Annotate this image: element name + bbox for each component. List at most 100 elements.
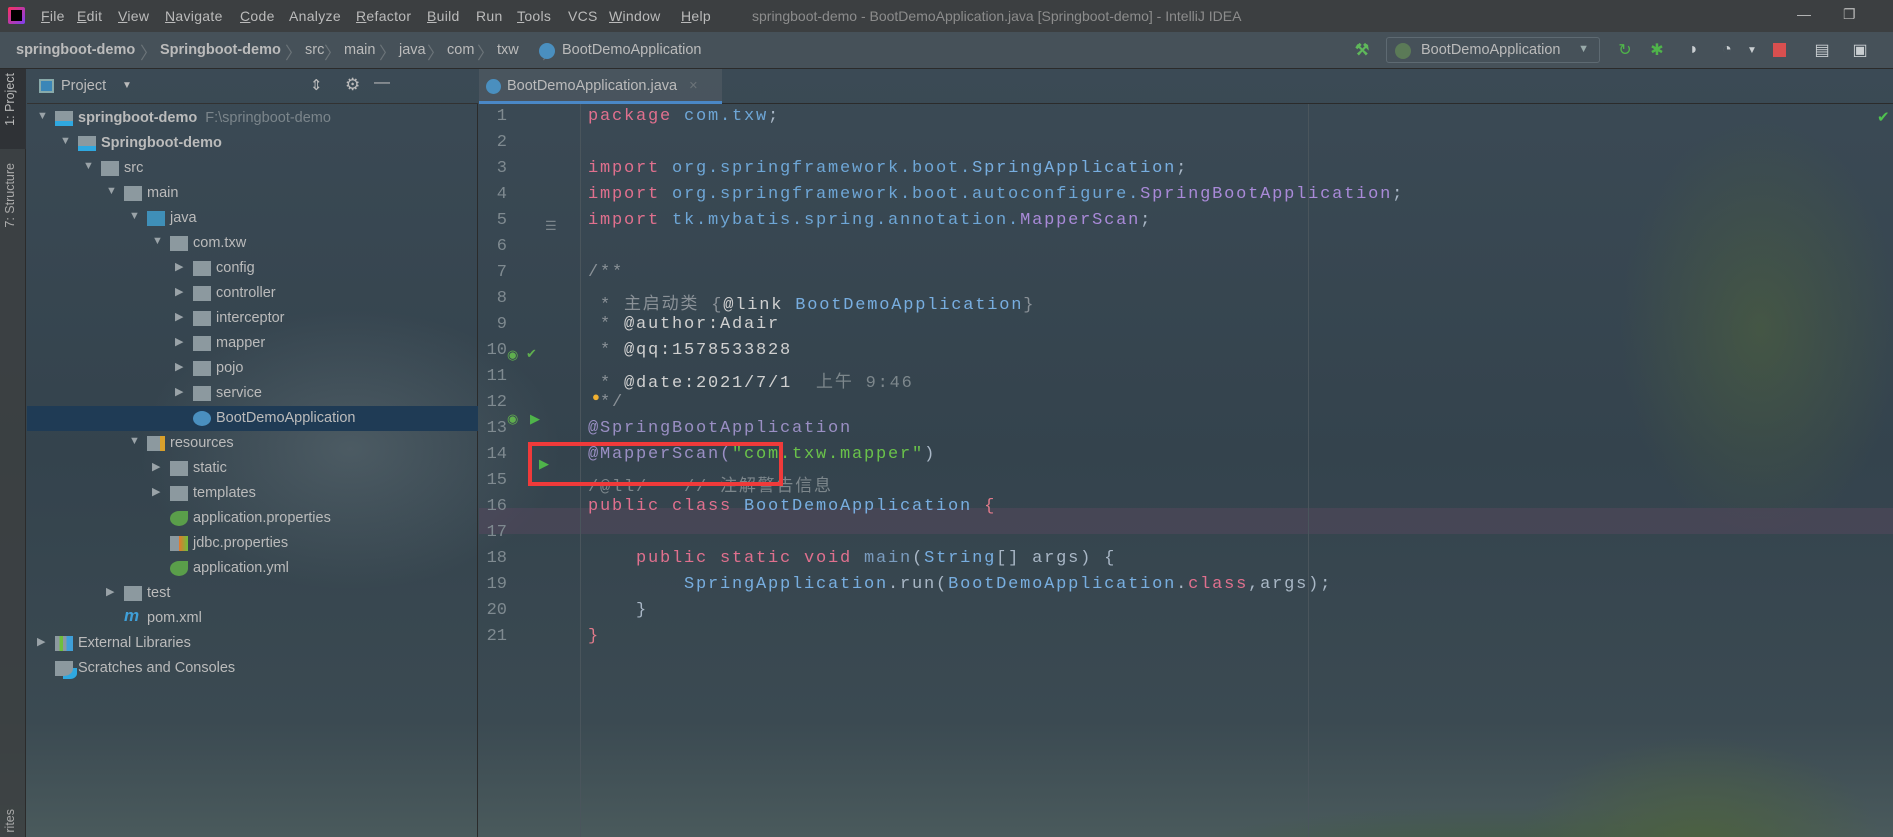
collapsed-arrow-icon[interactable]: ▶ (175, 385, 183, 398)
breadcrumb-item[interactable]: main (344, 42, 375, 58)
breadcrumb-item[interactable]: src (305, 42, 324, 58)
tree-item-scratches-and-consoles[interactable]: Scratches and Consoles (27, 656, 478, 681)
find-usages-spring-icon[interactable]: ◉ (507, 347, 518, 363)
structure-tool-tab[interactable]: 7: Structure (3, 163, 17, 228)
menu-build[interactable]: Build (427, 8, 460, 24)
chevron-down-icon[interactable]: ▼ (122, 80, 132, 91)
tree-item-springboot-demo[interactable]: ▼ springboot-demo F:\springboot-demo (27, 106, 478, 131)
expanded-arrow-icon[interactable]: ▼ (129, 210, 140, 222)
spring-bean-icon[interactable]: ✔ (526, 346, 537, 362)
package-icon (193, 386, 211, 401)
tree-item-com-txw[interactable]: ▼ com.txw (27, 231, 478, 256)
tree-item-text: templates (193, 485, 256, 501)
code-token: @date:2021/7/1 (624, 374, 793, 393)
collapsed-arrow-icon[interactable]: ▶ (175, 335, 183, 348)
tree-item-templates[interactable]: ▶ templates (27, 481, 478, 506)
run-configuration-select[interactable]: BootDemoApplication ▼ (1386, 37, 1600, 63)
tree-item-external-libraries[interactable]: ▶ External Libraries (27, 631, 478, 656)
menu-vcs[interactable]: VCS (568, 8, 598, 24)
expanded-arrow-icon[interactable]: ▼ (83, 160, 94, 172)
collapsed-arrow-icon[interactable]: ▶ (152, 485, 160, 498)
tree-item-jdbc-properties[interactable]: jdbc.properties (27, 531, 478, 556)
line-number: 11 (486, 367, 507, 386)
collapse-all-icon[interactable]: ⇕ (310, 76, 323, 94)
tree-item-resources[interactable]: ▼ resources (27, 431, 478, 456)
menu-code[interactable]: Code (240, 8, 275, 24)
build-hammer-icon[interactable]: ⚒ (1350, 38, 1374, 62)
menu-help[interactable]: Help (681, 8, 711, 24)
javadoc-render-icon[interactable]: ☰ (545, 218, 557, 234)
menu-run[interactable]: Run (476, 8, 503, 24)
expanded-arrow-icon[interactable]: ▼ (129, 435, 140, 447)
tree-item-interceptor[interactable]: ▶ interceptor (27, 306, 478, 331)
menu-view[interactable]: View (118, 8, 149, 24)
tree-item-springboot-demo[interactable]: ▼ Springboot-demo (27, 131, 478, 156)
coverage-icon[interactable]: ◗ (1682, 38, 1706, 62)
expanded-arrow-icon[interactable]: ▼ (152, 235, 163, 247)
tree-item-text: config (216, 260, 255, 276)
menu-window[interactable]: Window (609, 8, 661, 24)
tree-item-mapper[interactable]: ▶ mapper (27, 331, 478, 356)
tree-item-application-properties[interactable]: application.properties (27, 506, 478, 531)
tree-item-controller[interactable]: ▶ controller (27, 281, 478, 306)
lightbulb-icon[interactable]: ● (592, 389, 600, 404)
rerun-icon[interactable]: ↻ (1613, 38, 1637, 62)
expanded-arrow-icon[interactable]: ▼ (60, 135, 71, 147)
tree-item-main[interactable]: ▼ main (27, 181, 478, 206)
minimize-button[interactable]: — (1797, 6, 1811, 22)
collapsed-arrow-icon[interactable]: ▶ (175, 360, 183, 373)
breadcrumb-item[interactable]: com (447, 42, 474, 58)
breadcrumb-item[interactable]: java (399, 42, 426, 58)
project-tool-tab[interactable]: 1: Project (3, 73, 17, 126)
menu-edit[interactable]: Edit (77, 8, 102, 24)
menu-refactor[interactable]: Refactor (356, 8, 411, 24)
tree-item-bootdemoapplication[interactable]: BootDemoApplication (27, 406, 478, 431)
menu-navigate[interactable]: Navigate (165, 8, 223, 24)
tree-item-label: java (170, 210, 197, 226)
tree-item-static[interactable]: ▶ static (27, 456, 478, 481)
tree-item-service[interactable]: ▶ service (27, 381, 478, 406)
restore-button[interactable]: ❐ (1843, 6, 1856, 23)
collapsed-arrow-icon[interactable]: ▶ (175, 260, 183, 273)
expanded-arrow-icon[interactable]: ▼ (37, 110, 48, 122)
breadcrumb-item[interactable]: Springboot-demo (160, 42, 281, 58)
expanded-arrow-icon[interactable]: ▼ (106, 185, 117, 197)
tree-item-pojo[interactable]: ▶ pojo (27, 356, 478, 381)
code-token: org.springframework.boot. (672, 159, 973, 178)
favorites-tool-tab[interactable]: rites (3, 809, 17, 833)
tree-item-config[interactable]: ▶ config (27, 256, 478, 281)
menu-file[interactable]: File (41, 8, 65, 24)
close-icon[interactable]: × (689, 78, 697, 94)
hide-panel-icon[interactable]: — (374, 74, 390, 92)
collapsed-arrow-icon[interactable]: ▶ (37, 635, 45, 648)
breadcrumb-item[interactable]: springboot-demo (16, 42, 135, 58)
profiler-dropdown-icon[interactable]: ▼ (1740, 38, 1764, 62)
gear-icon[interactable]: ⚙ (345, 75, 360, 95)
tab-bootdemoapplication-java[interactable]: BootDemoApplication.java × (479, 69, 722, 104)
tree-item-label: interceptor (216, 310, 285, 326)
menu-analyze[interactable]: Analyze (289, 8, 341, 24)
spring-class-icon[interactable]: ◉ (507, 411, 518, 427)
collapsed-arrow-icon[interactable]: ▶ (175, 310, 183, 323)
breadcrumb-item[interactable]: txw (497, 42, 519, 58)
collapsed-arrow-icon[interactable]: ▶ (152, 460, 160, 473)
tree-item-src[interactable]: ▼ src (27, 156, 478, 181)
project-view-select[interactable]: Project (61, 78, 106, 94)
run-class-icon[interactable]: ▶ (530, 411, 540, 427)
breadcrumb-item[interactable]: BootDemoApplication (562, 42, 701, 58)
tree-item-pom-xml[interactable]: m pom.xml (27, 606, 478, 631)
collapsed-arrow-icon[interactable]: ▶ (175, 285, 183, 298)
run-window-icon[interactable]: ▣ (1848, 38, 1872, 62)
project-structure-icon[interactable]: ▤ (1810, 38, 1834, 62)
collapsed-arrow-icon[interactable]: ▶ (106, 585, 114, 598)
profiler-icon[interactable]: ◔ (1715, 38, 1739, 62)
code-token: ; (1140, 211, 1153, 230)
menu-tools[interactable]: Tools (517, 8, 551, 24)
stop-icon[interactable] (1767, 38, 1791, 62)
tree-item-application-yml[interactable]: application.yml (27, 556, 478, 581)
tree-item-label: main (147, 185, 179, 201)
tree-item-test[interactable]: ▶ test (27, 581, 478, 606)
code-editor[interactable]: 1 package com.txw; 2 3 import org.springfram… (479, 104, 1893, 837)
debug-icon[interactable]: ✱ (1645, 38, 1669, 62)
tree-item-java[interactable]: ▼ java (27, 206, 478, 231)
